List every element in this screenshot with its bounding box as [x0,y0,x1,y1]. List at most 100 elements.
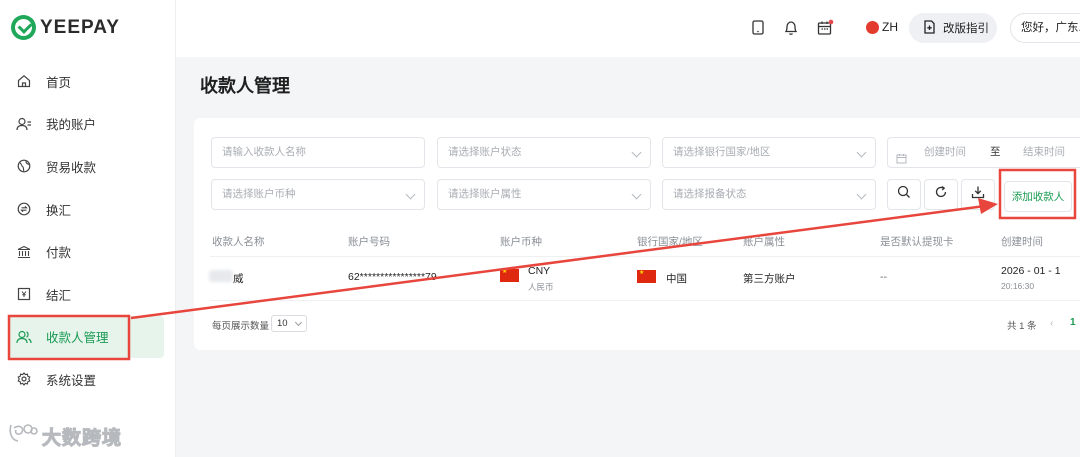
page-size-select[interactable]: 10 [271,315,307,332]
end-time-placeholder: 结束时间 [1023,146,1065,158]
column-header-created-time: 创建时间 [1001,236,1043,248]
filing-status-placeholder: 请选择报备状态 [673,188,747,200]
sidebar-item-system-settings[interactable]: 系统设置 [8,358,164,401]
china-flag-icon [500,268,519,282]
column-header-account-attribute: 账户属性 [743,236,785,248]
add-payee-button[interactable]: 添加收款人 [1004,181,1072,212]
sidebar-item-label: 换汇 [46,203,72,218]
globe-icon [16,158,32,174]
column-header-default-card: 是否默认提现卡 [880,236,954,248]
sidebar-item-label: 付款 [46,246,72,261]
sidebar-item-label: 贸易收款 [46,160,97,175]
prev-page-button[interactable]: ‹ [1050,318,1053,329]
china-flag-icon [637,269,656,283]
exchange-icon [16,201,32,217]
cell-created-time: 20:16:30 [1001,281,1035,291]
bank-country-placeholder: 请选择银行国家/地区 [673,146,771,158]
search-button[interactable] [887,179,921,210]
sidebar-item-settlement[interactable]: 结汇 [8,273,164,316]
bell-icon[interactable] [783,19,801,37]
currency-select[interactable]: 请选择账户币种 [211,179,425,210]
document-plus-icon [923,19,936,37]
filing-status-select[interactable]: 请选择报备状态 [662,179,876,210]
chevron-down-icon [856,147,867,158]
bank-country-select[interactable]: 请选择银行国家/地区 [662,137,876,168]
redesign-guide-button[interactable]: 改版指引 [909,13,997,43]
watermark: 大数跨境 [8,422,122,450]
sidebar-item-home[interactable]: 首页 [8,60,164,103]
chevron-down-icon [631,189,642,200]
chevron-down-icon [631,147,642,158]
payee-name-input[interactable]: 请输入收款人名称 [211,137,425,168]
column-header-currency: 账户币种 [500,236,542,248]
table-divider [210,256,1080,257]
bank-icon [16,244,32,260]
page-title: 收款人管理 [200,76,290,96]
brand-logo[interactable]: YEEPAY [11,15,120,40]
cell-account-attribute: 第三方账户 [743,273,796,285]
download-button[interactable] [961,179,995,210]
column-header-account-number: 账户号码 [348,236,390,248]
add-payee-label: 添加收款人 [1011,191,1065,203]
payee-icon [16,329,32,345]
search-icon [897,185,911,204]
sidebar-item-payee-management[interactable]: 收款人管理 [8,315,164,359]
reset-button[interactable] [924,179,958,210]
download-icon [971,185,985,204]
chevron-down-icon [294,318,303,327]
account-icon [16,116,32,132]
tablet-icon[interactable] [750,19,768,37]
calendar-small-icon [896,147,907,176]
brand-name: YEEPAY [40,16,120,38]
sidebar-item-payment[interactable]: 付款 [8,230,164,273]
account-status-placeholder: 请选择账户状态 [448,146,522,158]
cell-account-number: 62****************79 [348,271,437,283]
page-size-label: 每页展示数量 [212,321,270,332]
current-page-button[interactable]: 1 [1070,317,1076,328]
chevron-down-icon [405,189,416,200]
language-label: ZH [882,20,898,34]
cell-country: 中国 [666,273,687,285]
yeepay-logo-icon [11,15,36,40]
sidebar: YEEPAY 首页 我的账户 贸易收款 换汇 付款 结汇 收款人管理 系统设置 [0,0,176,457]
settlement-icon [16,286,32,302]
account-status-select[interactable]: 请选择账户状态 [437,137,651,168]
table-divider [210,300,1080,301]
cell-currency-name: 人民币 [528,282,554,292]
home-icon [16,73,32,89]
cell-currency-code: CNY [528,265,551,277]
cell-payee-name: 威 [233,273,244,285]
sidebar-item-label: 我的账户 [46,118,97,133]
sidebar-item-label: 收款人管理 [46,331,109,346]
payee-name-placeholder: 请输入收款人名称 [222,146,306,158]
page-size-value: 10 [277,318,288,329]
redacted-name-blur [209,270,233,282]
account-attribute-select[interactable]: 请选择账户属性 [437,179,651,210]
china-flag-icon [866,20,879,34]
created-time-range[interactable]: 创建时间 至 结束时间 [887,137,1080,168]
cell-created-date: 2026 - 01 - 1 [1001,265,1061,277]
range-separator: 至 [990,146,1001,158]
guide-label: 改版指引 [943,23,989,35]
gear-icon [16,371,32,387]
calendar-icon[interactable] [816,19,834,37]
currency-placeholder: 请选择账户币种 [222,188,296,200]
column-header-payee-name: 收款人名称 [212,236,265,248]
watermark-logo-icon [8,422,38,450]
chevron-down-icon [856,189,867,200]
sidebar-nav: 首页 我的账户 贸易收款 换汇 付款 结汇 收款人管理 系统设置 [8,60,164,401]
user-greeting: 您好，广东... [1021,22,1080,34]
sidebar-item-my-account[interactable]: 我的账户 [8,103,164,146]
account-attribute-placeholder: 请选择账户属性 [448,188,522,200]
language-switch[interactable]: ZH [866,20,898,34]
user-menu[interactable]: 您好，广东... [1010,13,1080,43]
refresh-icon [934,185,948,204]
total-count: 共 1 条 [1007,321,1037,332]
watermark-text: 大数跨境 [41,427,123,449]
sidebar-item-label: 首页 [46,75,72,90]
start-time-placeholder: 创建时间 [924,146,966,158]
sidebar-item-exchange[interactable]: 换汇 [8,188,164,231]
column-header-bank-country: 银行国家/地区 [637,236,703,248]
sidebar-item-trade-collection[interactable]: 贸易收款 [8,145,164,188]
sidebar-item-label: 结汇 [46,288,72,303]
